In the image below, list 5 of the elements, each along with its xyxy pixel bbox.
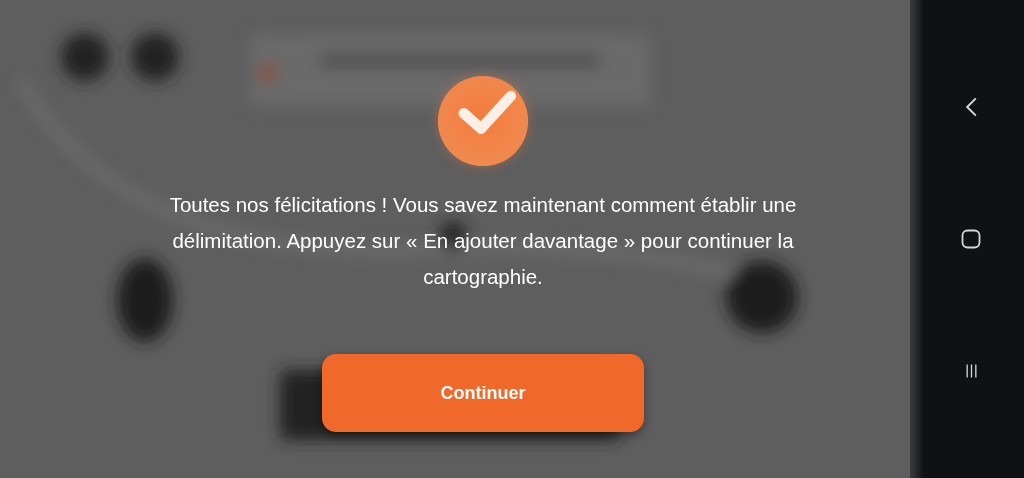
home-icon[interactable]: [961, 229, 981, 249]
continue-button[interactable]: Continuer: [322, 354, 644, 432]
back-icon[interactable]: [964, 96, 978, 118]
congratulations-message: Toutes nos félicitations ! Vous savez maintenant comment établir une délimitation. Appuyez sur « En ajouter davantage » pour continuer la cartographie.: [168, 192, 798, 290]
checkmark-icon: [435, 73, 531, 169]
